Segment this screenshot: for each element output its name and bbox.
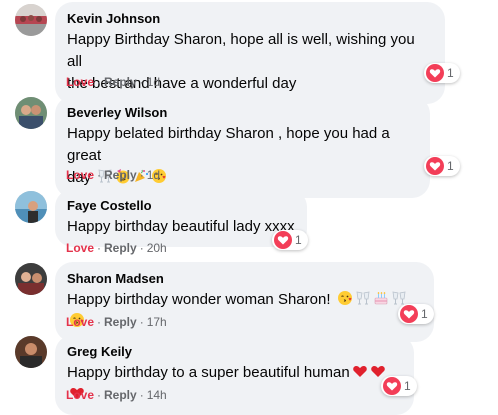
reaction-summary[interactable]: 1 <box>424 63 460 83</box>
love-heart-icon <box>426 157 444 175</box>
love-heart-icon <box>426 64 444 82</box>
avatar[interactable] <box>15 191 47 223</box>
reaction-count: 1 <box>447 159 454 173</box>
comment-timestamp[interactable]: 20h <box>147 241 167 255</box>
love-link[interactable]: Love <box>66 315 94 329</box>
avatar[interactable] <box>15 263 47 295</box>
reaction-summary[interactable]: 1 <box>272 230 308 250</box>
comment-text-line: Happy Birthday Sharon, hope all is well,… <box>67 31 415 70</box>
love-link[interactable]: Love <box>66 75 94 89</box>
red-heart-icon <box>352 366 367 377</box>
reaction-count: 1 <box>295 233 302 247</box>
comment-bubble: Greg Keily Happy birthday to a super bea… <box>55 335 414 415</box>
love-link[interactable]: Love <box>66 168 94 182</box>
comment-author[interactable]: Faye Costello <box>67 197 295 214</box>
comment-actions: Love · Reply · 17h <box>66 315 167 329</box>
reaction-count: 1 <box>447 66 454 80</box>
comment-author[interactable]: Sharon Madsen <box>67 270 422 287</box>
birthday-cake-icon <box>374 292 387 305</box>
comment-text: Happy birthday beautiful lady xxxx <box>67 216 295 238</box>
comment-actions: Love · Reply · 14h <box>66 388 167 402</box>
avatar[interactable] <box>15 97 47 129</box>
reply-link[interactable]: Reply <box>104 241 137 255</box>
comment-bubble: Beverley Wilson Happy belated birthday S… <box>55 96 430 198</box>
comment-timestamp[interactable]: 1d <box>147 75 160 89</box>
comment-timestamp[interactable]: 1d <box>147 168 160 182</box>
reaction-summary[interactable]: 1 <box>398 304 434 324</box>
comment-bubble: Sharon Madsen Happy birthday wonder woma… <box>55 262 434 342</box>
avatar[interactable] <box>15 4 47 36</box>
kissing-face-icon <box>337 291 352 305</box>
comment-bubble: Faye Costello Happy birthday beautiful l… <box>55 189 307 247</box>
reply-link[interactable]: Reply <box>104 168 137 182</box>
love-link[interactable]: Love <box>66 241 94 255</box>
clinking-glasses-icon <box>356 291 370 305</box>
reaction-summary[interactable]: 1 <box>424 156 460 176</box>
comment-author[interactable]: Greg Keily <box>67 343 402 360</box>
avatar[interactable] <box>15 336 47 368</box>
reply-link[interactable]: Reply <box>104 75 137 89</box>
comment-author[interactable]: Beverley Wilson <box>67 104 418 121</box>
comment-text-line: Happy birthday wonder woman Sharon! <box>67 291 331 308</box>
love-link[interactable]: Love <box>66 388 94 402</box>
love-heart-icon <box>400 305 418 323</box>
comment-actions: Love · Reply · 1d <box>66 168 161 182</box>
reaction-count: 1 <box>421 307 428 321</box>
reply-link[interactable]: Reply <box>104 315 137 329</box>
comment-text-line: Happy belated birthday Sharon , hope you… <box>67 125 390 164</box>
comment-timestamp[interactable]: 14h <box>147 388 167 402</box>
comment-actions: Love · Reply · 20h <box>66 241 167 255</box>
love-heart-icon <box>274 231 292 249</box>
comment-actions: Love · Reply · 1d <box>66 75 161 89</box>
love-heart-icon <box>383 377 401 395</box>
comment-author[interactable]: Kevin Johnson <box>67 10 433 27</box>
comment-text-line: Happy birthday to a super beautiful huma… <box>67 364 350 381</box>
comment-text-line: Happy birthday beautiful lady xxxx <box>67 218 295 235</box>
comment-timestamp[interactable]: 17h <box>147 315 167 329</box>
reaction-summary[interactable]: 1 <box>381 376 417 396</box>
reaction-count: 1 <box>404 379 411 393</box>
reply-link[interactable]: Reply <box>104 388 137 402</box>
